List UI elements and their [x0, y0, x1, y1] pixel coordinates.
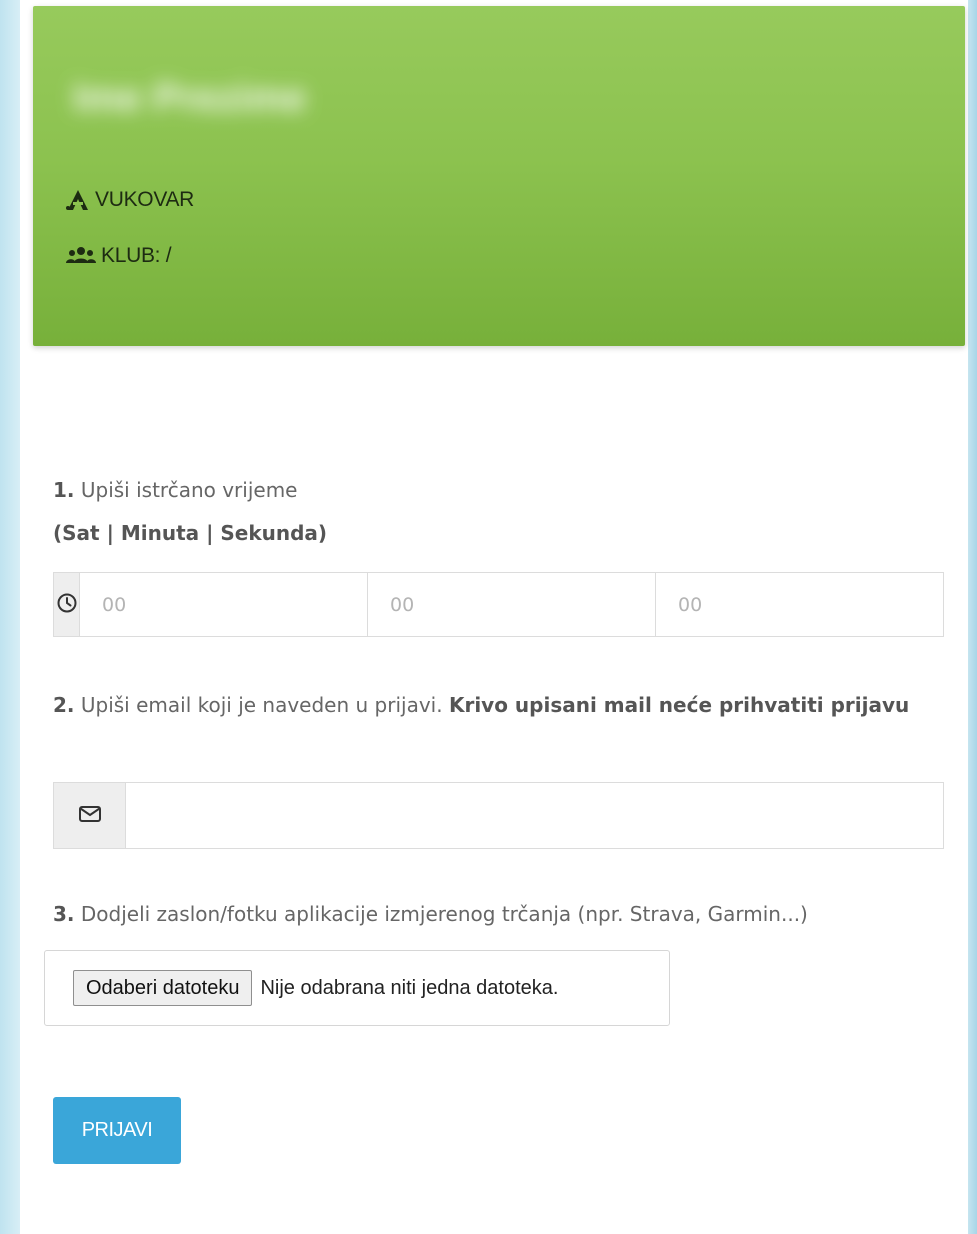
email-input-group [53, 782, 944, 849]
participant-name-blurred: Ime Prezime [73, 76, 307, 120]
submit-button[interactable]: PRIJAVI [53, 1097, 181, 1164]
step1-subtitle: (Sat | Minuta | Sekunda) [53, 521, 328, 545]
step2-label: 2. Upiši email koji je naveden u prijavi… [53, 681, 913, 729]
club-text: KLUB: / [101, 244, 172, 267]
envelope-icon [78, 805, 102, 827]
seconds-input[interactable] [655, 573, 943, 636]
club-line: KLUB: / [65, 244, 172, 268]
time-input-group [53, 572, 944, 637]
clock-addon [54, 573, 80, 636]
step3-label: 3. Dodjeli zaslon/fotku aplikacije izmje… [53, 893, 808, 935]
step3-text: Dodjeli zaslon/fotku aplikacije izmjeren… [80, 902, 808, 926]
city-line: VUKOVAR [65, 188, 194, 212]
step2-warning: Krivo upisani mail neće prihvatiti prija… [448, 693, 910, 717]
users-icon [65, 246, 97, 266]
step2-text: Upiši email koji je naveden u prijavi. [80, 693, 443, 717]
runner-icon [65, 189, 91, 211]
step1-subtitle-line: (Sat | Minuta | Sekunda) [53, 512, 327, 554]
city-text: VUKOVAR [95, 188, 195, 211]
choose-file-button[interactable]: Odaberi datoteku [73, 970, 253, 1006]
step3-number: 3. [53, 902, 75, 926]
file-upload-field: Odaberi datoteku Nije odabrana niti jedn… [44, 950, 670, 1026]
step1-text: Upiši istrčano vrijeme [80, 478, 298, 502]
clock-icon [56, 592, 78, 618]
file-status-text: Nije odabrana niti jedna datoteka. [260, 976, 559, 999]
minutes-input[interactable] [367, 573, 655, 636]
step1-number: 1. [53, 478, 75, 502]
participant-header-card: Ime Prezime VUKOVAR KLUB: / [33, 6, 965, 346]
hours-input[interactable] [80, 573, 367, 636]
envelope-addon [54, 783, 126, 848]
email-input[interactable] [126, 783, 943, 848]
page: Ime Prezime VUKOVAR KLUB: / 1. Upiši ist… [20, 0, 968, 1234]
step2-number: 2. [53, 693, 75, 717]
step1-label: 1. Upiši istrčano vrijeme [53, 469, 298, 511]
